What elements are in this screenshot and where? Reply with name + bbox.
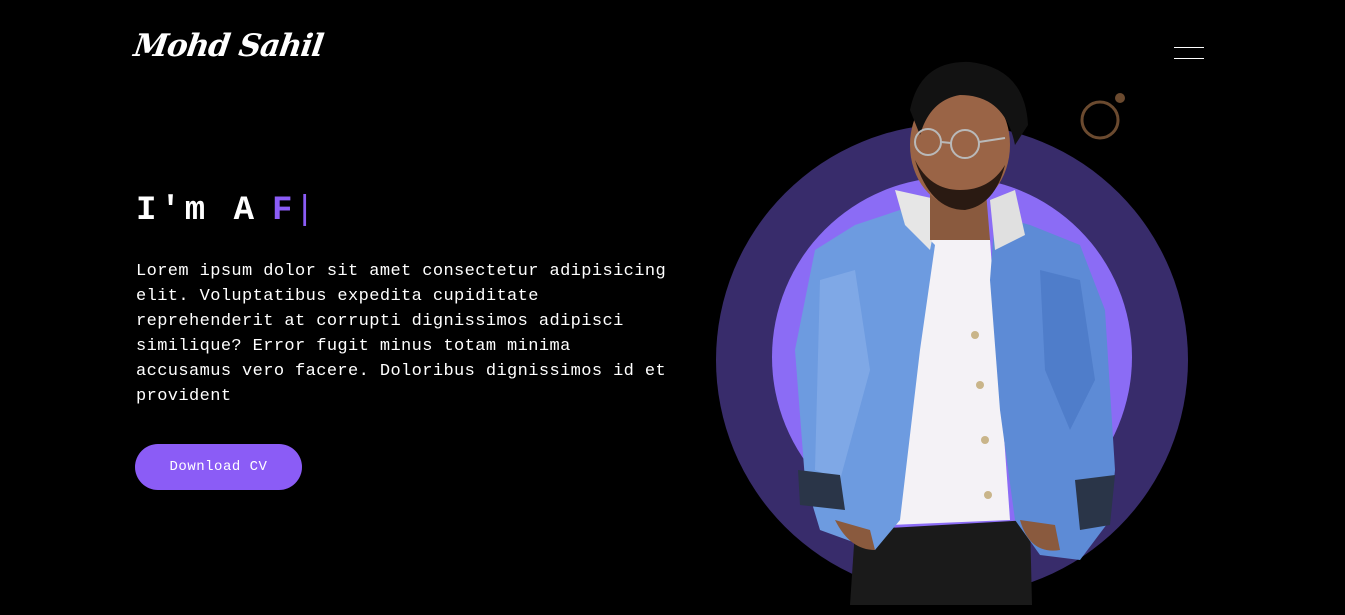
headline-prefix: I'm A bbox=[136, 192, 259, 230]
download-cv-button[interactable]: Download CV bbox=[135, 444, 302, 490]
site-logo[interactable]: Mohd Sahil bbox=[131, 28, 325, 64]
headline-typed-text: F bbox=[272, 192, 297, 230]
profile-photo bbox=[795, 61, 1115, 605]
hero-portrait-graphic bbox=[700, 40, 1220, 610]
hero-headline: I'm A F| bbox=[136, 192, 319, 230]
hero-intro-text: Lorem ipsum dolor sit amet consectetur a… bbox=[136, 262, 667, 406]
typing-cursor: | bbox=[294, 192, 319, 230]
